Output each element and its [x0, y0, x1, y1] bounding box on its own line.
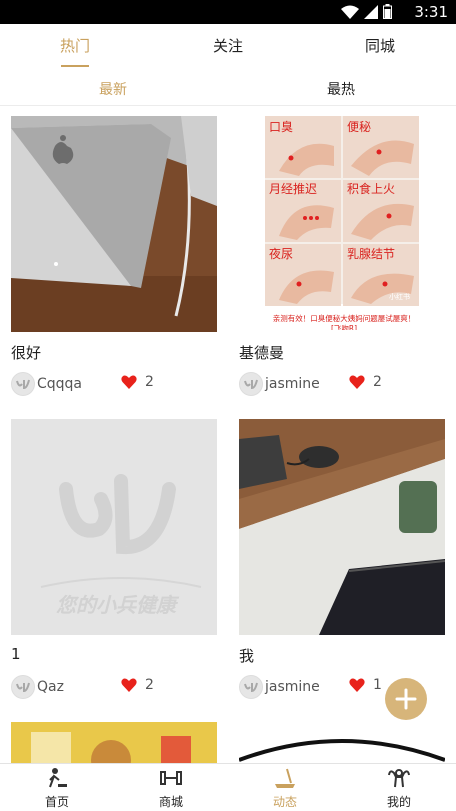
like-count: 2	[145, 374, 154, 390]
add-post-button[interactable]	[385, 678, 427, 720]
chart-caption: 亲测有效！口臭便秘大姨妈问题屡试屡爽！[飞吻R]	[272, 314, 416, 330]
post-image-placeholder[interactable]: 您的小兵健康	[11, 419, 217, 635]
nav-feed[interactable]: 动态	[245, 764, 325, 811]
post-title: 很好	[11, 344, 42, 362]
chart-label: 口臭	[269, 120, 294, 134]
like-count: 1	[373, 677, 382, 693]
post-image-product[interactable]	[11, 722, 217, 763]
status-time: 3:31	[414, 3, 448, 21]
nav-shop-label: 商城	[158, 795, 183, 809]
avatar[interactable]	[239, 372, 263, 396]
chart-label: 夜尿	[269, 247, 294, 261]
post-card[interactable]	[11, 722, 217, 763]
battery-icon	[383, 4, 392, 19]
post-card[interactable]: 很好 Cqqqa 2	[11, 116, 217, 402]
subtab-hottest[interactable]: 最热	[327, 79, 355, 99]
bottom-nav: 首页 商城 动态 我的	[0, 763, 456, 811]
post-title: 我	[239, 647, 255, 665]
treadmill-icon	[275, 768, 295, 788]
post-image-office-desk[interactable]	[239, 419, 445, 635]
nav-home-label: 首页	[44, 795, 69, 809]
chart-watermark: 小红书	[389, 293, 410, 301]
logo-icon	[16, 682, 30, 693]
placeholder-logo-text: 您的小兵健康	[56, 593, 176, 617]
nav-feed-label: 动态	[272, 795, 297, 809]
avatar[interactable]	[11, 675, 35, 699]
avatar[interactable]	[239, 675, 263, 699]
like-button[interactable]: 2	[121, 677, 154, 693]
sub-tabs: 最新 最热	[0, 68, 456, 106]
like-button[interactable]: 2	[349, 374, 382, 390]
post-card[interactable]: 口臭 便秘 月经推迟 积食上火 夜尿 乳腺结节 小红书 亲测有效！口臭便秘大姨妈…	[239, 116, 445, 402]
heart-icon	[121, 678, 137, 692]
chart-label: 乳腺结节	[347, 247, 396, 261]
post-card[interactable]	[239, 722, 445, 763]
nav-shop[interactable]: 商城	[131, 764, 211, 811]
logo-icon	[244, 379, 258, 390]
like-count: 2	[373, 374, 382, 390]
logo-icon	[244, 682, 258, 693]
avatar[interactable]	[11, 372, 35, 396]
post-image-mac-mini[interactable]	[11, 116, 217, 332]
tab-local[interactable]: 同城	[365, 35, 395, 56]
nav-profile-label: 我的	[386, 795, 411, 809]
plus-icon	[395, 688, 417, 710]
flexing-person-icon	[388, 769, 410, 788]
post-image-partial[interactable]	[239, 722, 445, 763]
post-image-hand-chart[interactable]: 口臭 便秘 月经推迟 积食上火 夜尿 乳腺结节 小红书 亲测有效！口臭便秘大姨妈…	[239, 116, 445, 332]
username[interactable]: jasmine	[265, 376, 320, 392]
username[interactable]: jasmine	[265, 679, 320, 695]
post-card[interactable]: 您的小兵健康 1 Qaz 2	[11, 419, 217, 705]
like-count: 2	[145, 677, 154, 693]
chart-label: 月经推迟	[269, 182, 318, 196]
like-button[interactable]: 2	[121, 374, 154, 390]
post-title: 基德曼	[239, 344, 285, 362]
active-tab-indicator	[61, 65, 89, 67]
signal-icon	[364, 5, 378, 19]
tab-hot[interactable]: 热门	[60, 35, 90, 56]
heart-icon	[349, 678, 365, 692]
wifi-icon	[341, 5, 359, 19]
heart-icon	[349, 375, 365, 389]
dumbbell-icon	[160, 771, 182, 785]
username[interactable]: Cqqqa	[37, 376, 82, 392]
top-tabs: 热门 关注 同城	[0, 24, 456, 68]
nav-profile[interactable]: 我的	[359, 764, 439, 811]
status-icons	[341, 4, 392, 19]
nav-home[interactable]: 首页	[17, 764, 97, 811]
heart-icon	[121, 375, 137, 389]
chart-label: 便秘	[347, 120, 372, 134]
username[interactable]: Qaz	[37, 679, 64, 695]
chart-label: 积食上火	[347, 182, 396, 196]
home-person-icon	[49, 768, 67, 788]
status-bar: 3:31	[0, 0, 456, 24]
logo-icon	[16, 379, 30, 390]
post-title: 1	[11, 645, 21, 663]
like-button[interactable]: 1	[349, 677, 382, 693]
tab-follow[interactable]: 关注	[213, 35, 243, 56]
post-card[interactable]: 我 jasmine 1	[239, 419, 445, 705]
subtab-latest[interactable]: 最新	[99, 79, 127, 99]
